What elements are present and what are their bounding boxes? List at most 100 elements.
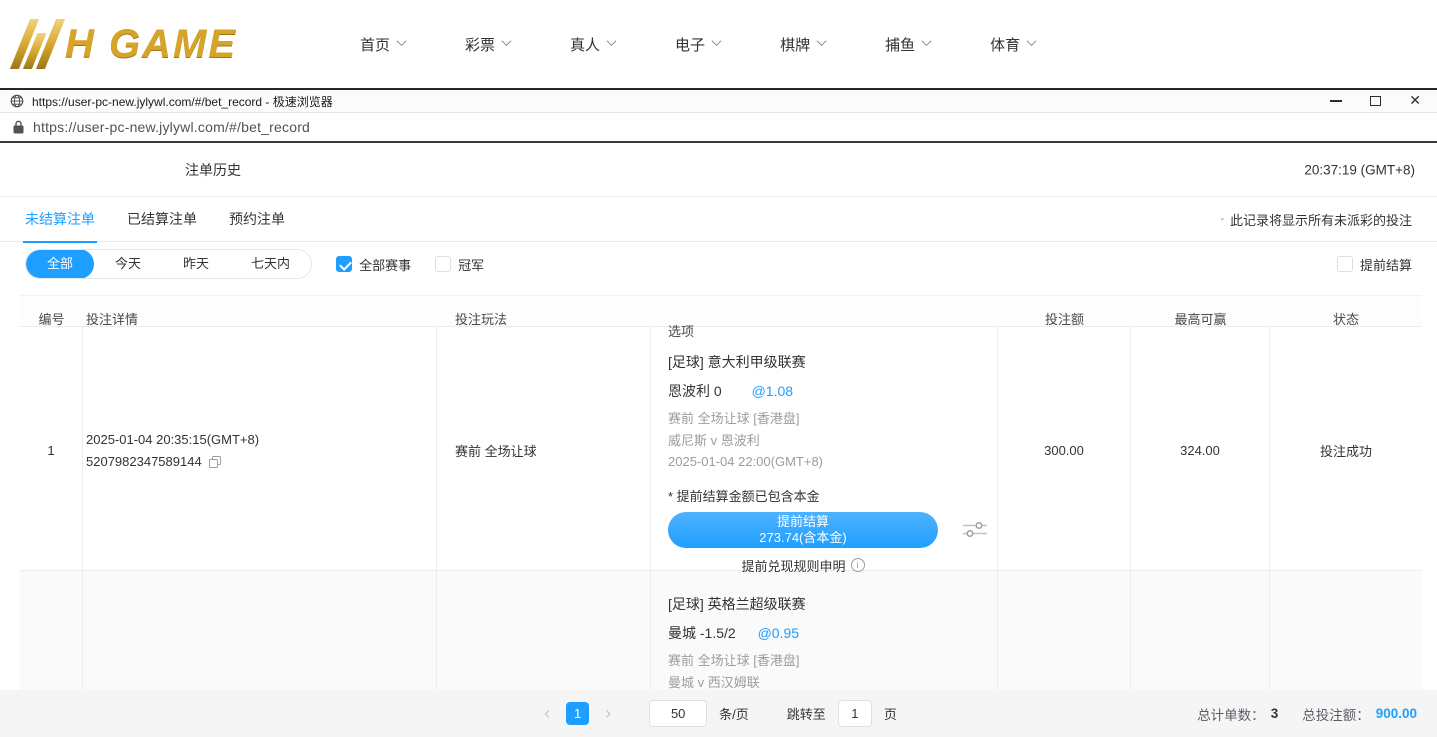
- screen: H GAME 首页 彩票 真人 电子 棋牌 捕鱼 体育 https://user…: [0, 0, 1437, 737]
- totals: 总计单数： 3 总投注额： 900.00: [1197, 704, 1417, 724]
- nav-item-label: 棋牌: [780, 34, 810, 55]
- checkbox-unchecked-icon: [1337, 256, 1353, 272]
- filter-champion[interactable]: 冠军: [435, 255, 484, 274]
- date-filter-all[interactable]: 全部: [26, 249, 94, 279]
- record-note-text: 此记录将显示所有未派彩的投注: [1230, 210, 1412, 229]
- filter-early-settle[interactable]: 提前结算: [1337, 255, 1412, 274]
- current-time: 20:37:19 (GMT+8): [1304, 162, 1415, 177]
- logo[interactable]: H GAME: [20, 19, 290, 69]
- close-icon: ✕: [1409, 92, 1421, 108]
- pick-selection: 曼城 -1.5/2: [668, 625, 736, 641]
- checkbox-checked-icon: [336, 256, 352, 272]
- nav-item-label: 彩票: [465, 34, 495, 55]
- minimize-icon: [1330, 100, 1342, 102]
- market-type: 赛前 全场让球 [香港盘]: [668, 650, 799, 672]
- page-title: 注单历史: [185, 160, 241, 180]
- globe-icon: [10, 94, 24, 108]
- cell-status: 投注成功: [1270, 327, 1422, 575]
- match-time: 2025-01-04 22:00(GMT+8): [668, 451, 823, 473]
- current-page-button[interactable]: 1: [566, 702, 589, 725]
- site-header: H GAME 首页 彩票 真人 电子 棋牌 捕鱼 体育: [0, 0, 1437, 88]
- prev-page-button[interactable]: ‹: [540, 703, 554, 724]
- total-count-value: 3: [1271, 706, 1279, 721]
- filter-label: 冠军: [458, 255, 484, 274]
- tab-title: https://user-pc-new.jylywl.com/#/bet_rec…: [32, 93, 333, 110]
- filter-row: 全部 今天 昨天 七天内 全部赛事 冠军 提前结算: [0, 242, 1437, 286]
- nav-item-label: 捕鱼: [885, 34, 915, 55]
- copy-icon[interactable]: [209, 456, 221, 468]
- chevron-down-icon: [1027, 36, 1037, 46]
- cell-option: [足球] 意大利甲级联赛 恩波利 0 @1.08 赛前 全场让球 [香港盘] 威…: [651, 327, 998, 575]
- cell-play: 赛前 全场让球: [437, 327, 651, 575]
- nav-item-label: 真人: [570, 34, 600, 55]
- cell-maxwin: 324.00: [1131, 327, 1270, 575]
- checkbox-unchecked-icon: [435, 256, 451, 272]
- market-type: 赛前 全场让球 [香港盘]: [668, 408, 799, 430]
- record-note: ▪ 此记录将显示所有未派彩的投注: [1221, 210, 1412, 229]
- window-controls: ✕: [1330, 90, 1421, 112]
- filter-label: 全部赛事: [359, 255, 411, 274]
- cell-amount: 300.00: [998, 327, 1131, 575]
- logo-text: H GAME: [65, 22, 237, 67]
- nav-item-lottery[interactable]: 彩票: [465, 34, 510, 55]
- maximize-button[interactable]: [1370, 96, 1381, 106]
- tabs-row: 未结算注单 已结算注单 预约注单 ▪ 此记录将显示所有未派彩的投注: [0, 197, 1437, 242]
- lock-icon: [13, 120, 24, 134]
- page-size-label: 条/页: [719, 704, 749, 723]
- main-nav: 首页 彩票 真人 电子 棋牌 捕鱼 体育: [360, 34, 1035, 55]
- odds-value: @0.95: [758, 625, 799, 641]
- browser-tab[interactable]: https://user-pc-new.jylywl.com/#/bet_rec…: [10, 93, 333, 110]
- nav-item-slots[interactable]: 电子: [675, 34, 720, 55]
- cashout-area: 提前结算 273.74(含本金): [668, 512, 988, 548]
- next-page-button[interactable]: ›: [601, 703, 615, 724]
- nav-item-home[interactable]: 首页: [360, 34, 405, 55]
- bet-record-page: 注单历史 20:37:19 (GMT+8) 未结算注单 已结算注单 预约注单 ▪…: [0, 143, 1437, 737]
- odds-value: @1.08: [752, 383, 793, 399]
- nav-item-sports[interactable]: 体育: [990, 34, 1035, 55]
- cashout-button[interactable]: 提前结算 273.74(含本金): [668, 512, 938, 548]
- pick-selection: 恩波利 0: [668, 383, 722, 399]
- cell-detail: 2025-01-04 20:35:15(GMT+8) 5207982347589…: [83, 327, 437, 575]
- browser-titlebar: https://user-pc-new.jylywl.com/#/bet_rec…: [0, 88, 1437, 113]
- page-title-row: 注单历史 20:37:19 (GMT+8): [0, 143, 1437, 197]
- pick-line: 曼城 -1.5/2 @0.95: [668, 623, 799, 643]
- total-count-label: 总计单数：: [1197, 704, 1265, 724]
- total-amount-value: 900.00: [1376, 706, 1417, 721]
- tab-settled[interactable]: 已结算注单: [127, 209, 197, 229]
- jump-label: 跳转至: [787, 704, 826, 723]
- page-size-input[interactable]: [649, 700, 707, 727]
- close-button[interactable]: ✕: [1409, 92, 1421, 110]
- cashout-note: * 提前结算金额已包含本金: [668, 486, 820, 505]
- pager: ‹ 1 › 条/页 跳转至 页: [540, 700, 897, 727]
- nav-item-label: 电子: [675, 34, 705, 55]
- cashout-button-title: 提前结算: [777, 514, 829, 530]
- league-name: [足球] 英格兰超级联赛: [668, 594, 806, 614]
- filter-all-events[interactable]: 全部赛事: [336, 255, 411, 274]
- filter-label: 提前结算: [1360, 255, 1412, 274]
- total-amount-label: 总投注额：: [1302, 704, 1370, 724]
- date-filter-7days[interactable]: 七天内: [230, 250, 311, 278]
- cashout-slider-icon[interactable]: [962, 521, 988, 538]
- match-teams: 威尼斯 v 恩波利: [668, 430, 760, 452]
- tab-unsettled[interactable]: 未结算注单: [25, 209, 95, 229]
- bet-table: 编号 投注详情 投注玩法 选项 投注额 最高可赢 状态 1 2025-01-04…: [20, 295, 1422, 737]
- address-bar[interactable]: https://user-pc-new.jylywl.com/#/bet_rec…: [0, 113, 1437, 143]
- date-filter-today[interactable]: 今天: [94, 250, 162, 278]
- bet-time: 2025-01-04 20:35:15(GMT+8): [86, 432, 259, 447]
- bet-id-line: 5207982347589144: [86, 454, 221, 469]
- chevron-down-icon: [712, 36, 722, 46]
- info-icon[interactable]: i: [851, 558, 865, 572]
- jump-page-input[interactable]: [838, 700, 872, 727]
- pagination-bar: ‹ 1 › 条/页 跳转至 页 总计单数： 3 总投注额： 900.00: [0, 690, 1437, 737]
- date-filter-yesterday[interactable]: 昨天: [162, 250, 230, 278]
- tab-reserved[interactable]: 预约注单: [229, 209, 285, 229]
- nav-item-fishing[interactable]: 捕鱼: [885, 34, 930, 55]
- table-header-row: 编号 投注详情 投注玩法 选项 投注额 最高可赢 状态: [20, 295, 1422, 327]
- league-name: [足球] 意大利甲级联赛: [668, 352, 806, 372]
- minimize-button[interactable]: [1330, 100, 1342, 102]
- date-filter: 全部 今天 昨天 七天内: [25, 249, 312, 279]
- nav-item-chess[interactable]: 棋牌: [780, 34, 825, 55]
- chevron-down-icon: [607, 36, 617, 46]
- nav-item-live[interactable]: 真人: [570, 34, 615, 55]
- nav-item-label: 体育: [990, 34, 1020, 55]
